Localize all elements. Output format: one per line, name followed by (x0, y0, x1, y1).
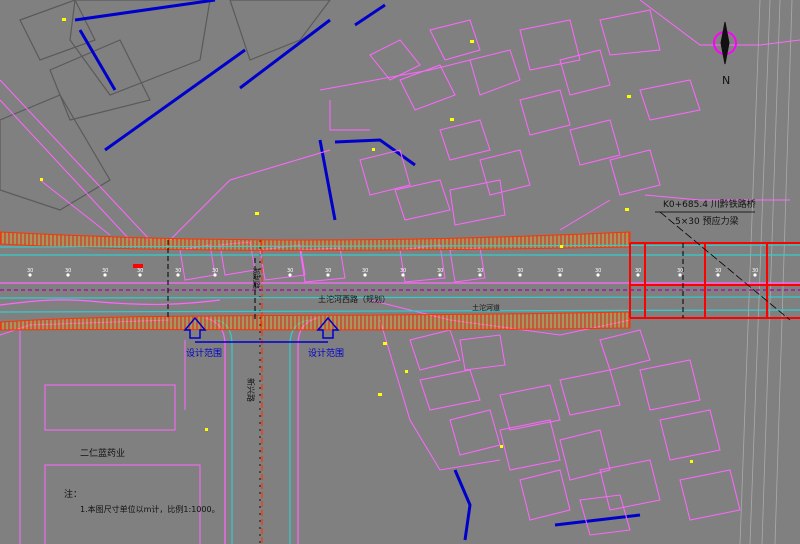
station-label: 30 (595, 268, 601, 274)
station-label: 30 (477, 268, 483, 274)
station-label: 30 (362, 268, 368, 274)
cross-road-label: 新兴路 (246, 378, 256, 402)
design-range-label-right: 设计范围 (308, 347, 344, 359)
station-label: 30 (752, 268, 758, 274)
station-label: 30 (400, 268, 406, 274)
station-label: 30 (557, 268, 563, 274)
design-range-label-left: 设计范围 (186, 347, 222, 359)
car-marker (133, 264, 143, 268)
station-label: 30 (715, 268, 721, 274)
existing-road-label: 土沱河道 (472, 303, 500, 312)
north-label: N (722, 74, 730, 87)
station-label: 30 (102, 268, 108, 274)
cad-plan-drawing: 30 30 30 30 30 30 30 30 30 30 30 30 30 3… (0, 0, 800, 544)
station-label: 30 (437, 268, 443, 274)
station-label: 30 (677, 268, 683, 274)
notes-title: 注： (64, 488, 82, 500)
main-road-label: 土沱河西路（规划） (318, 294, 390, 304)
station-label: 30 (137, 268, 143, 274)
station-label: 30 (65, 268, 71, 274)
station-label: 30 (287, 268, 293, 274)
station-label: 30 (27, 268, 33, 274)
bridge-note-line2: 5×30 预应力梁 (675, 215, 739, 227)
station-label: 30 (635, 268, 641, 274)
station-label: 30 (325, 268, 331, 274)
station-label: 30 (212, 268, 218, 274)
station-label: 30 (175, 268, 181, 274)
bridge-note-line1: K0+685.4 川黔铁路桥 (663, 198, 756, 210)
area-label: 二仁蓝药业 (80, 447, 125, 459)
cross-road-center-label: 规划路 (252, 268, 261, 289)
station-label: 30 (517, 268, 523, 274)
notes-line1: 1.本图尺寸单位以m计，比例1:1000。 (80, 504, 220, 514)
